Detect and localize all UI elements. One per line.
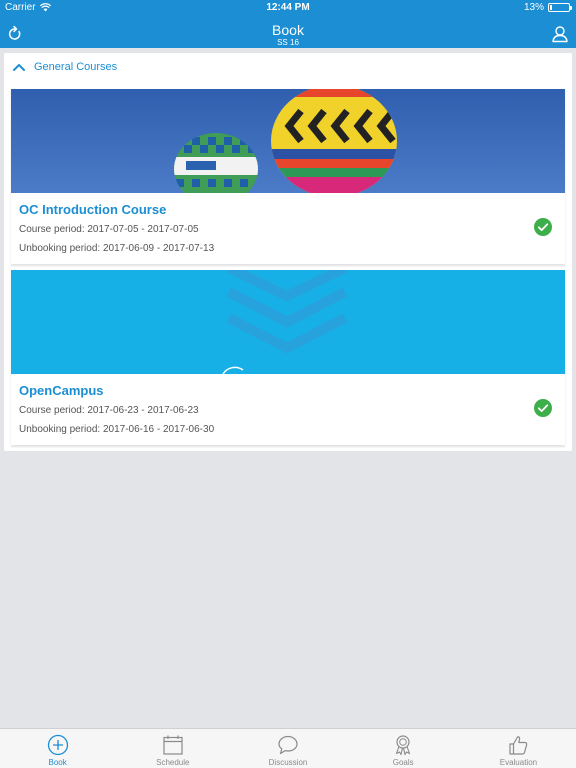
course-banner-image bbox=[11, 89, 565, 193]
course-card[interactable]: OC Introduction Course Course period: 20… bbox=[11, 89, 565, 264]
status-bar: Carrier 12:44 PM 13% bbox=[0, 0, 576, 16]
booked-check-icon bbox=[534, 218, 552, 236]
clock: 12:44 PM bbox=[266, 2, 310, 13]
battery-info: 13% bbox=[523, 2, 572, 13]
thumbs-up-icon bbox=[509, 736, 528, 755]
chat-bubble-icon bbox=[278, 735, 298, 755]
battery-fill bbox=[550, 5, 552, 10]
course-period: Course period: 2017-07-05 - 2017-07-05 bbox=[19, 224, 199, 235]
tab-label: Goals bbox=[392, 758, 414, 767]
award-icon bbox=[396, 735, 411, 756]
course-card[interactable]: OpenCampus Course period: 2017-06-23 - 2… bbox=[11, 270, 565, 445]
battery-icon bbox=[548, 3, 572, 12]
tab-discussion[interactable]: Discussion bbox=[230, 729, 345, 768]
page-title: Book bbox=[272, 22, 304, 38]
user-icon bbox=[552, 26, 568, 43]
unbooking-period: Unbooking period: 2017-06-16 - 2017-06-3… bbox=[19, 424, 215, 435]
course-banner-image bbox=[11, 270, 565, 374]
course-title[interactable]: OC Introduction Course bbox=[19, 202, 166, 217]
course-title[interactable]: OpenCampus bbox=[19, 383, 104, 398]
section-title: General Courses bbox=[34, 61, 118, 73]
tab-schedule[interactable]: Schedule bbox=[115, 729, 230, 768]
page-title-block: Book SS 16 bbox=[0, 22, 576, 47]
tab-book[interactable]: Book bbox=[0, 729, 115, 768]
tab-bar: Book Schedule Discussion Goals Evaluatio… bbox=[0, 728, 576, 768]
course-period: Course period: 2017-06-23 - 2017-06-23 bbox=[19, 405, 199, 416]
navigation-bar: Carrier 12:44 PM 13% Book SS 16 bbox=[0, 0, 576, 48]
battery-percent: 13% bbox=[523, 2, 544, 13]
tab-evaluation[interactable]: Evaluation bbox=[461, 729, 576, 768]
plus-circle-icon bbox=[47, 734, 68, 756]
booked-check-icon bbox=[534, 399, 552, 417]
page-subtitle: SS 16 bbox=[277, 38, 299, 47]
calendar-icon bbox=[163, 735, 183, 755]
unbooking-period: Unbooking period: 2017-06-09 - 2017-07-1… bbox=[19, 243, 215, 254]
course-list-panel: General Courses OC Introduction Course C… bbox=[4, 53, 572, 451]
tab-label: Evaluation bbox=[499, 758, 538, 767]
tab-label: Book bbox=[48, 758, 67, 767]
tab-goals[interactable]: Goals bbox=[346, 729, 461, 768]
tab-label: Discussion bbox=[268, 758, 308, 767]
tab-label: Schedule bbox=[156, 758, 190, 767]
section-header[interactable]: General Courses bbox=[12, 61, 117, 73]
profile-button[interactable] bbox=[550, 24, 570, 44]
chevron-up-icon bbox=[13, 64, 25, 71]
